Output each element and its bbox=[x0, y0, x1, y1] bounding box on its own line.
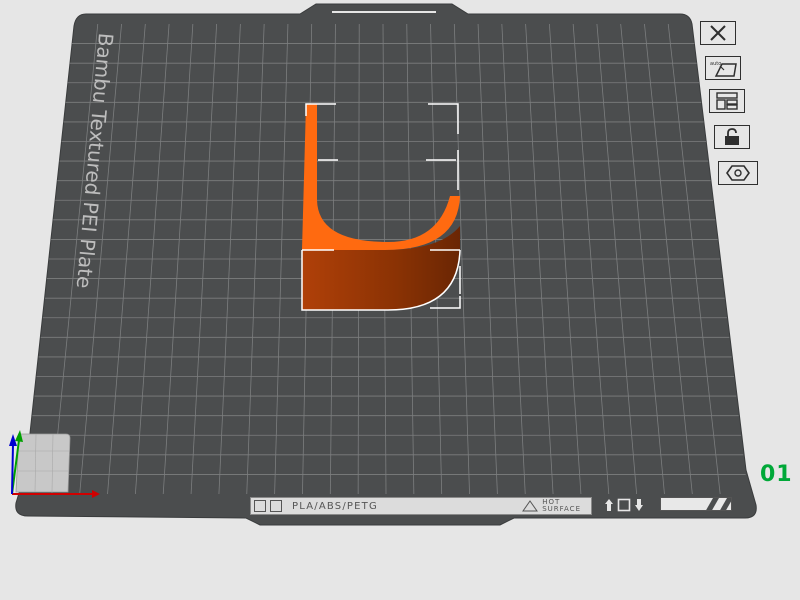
3d-viewport[interactable]: Bambu Textured PEI Plate auto 01 PLA/ABS… bbox=[0, 0, 800, 600]
hexagon-nut-icon bbox=[726, 165, 750, 181]
auto-orient-label: auto bbox=[710, 61, 721, 67]
origin-pad bbox=[15, 433, 71, 493]
plate-settings-button[interactable] bbox=[718, 161, 758, 185]
hot-surface-warning: HOT SURFACE bbox=[522, 499, 581, 513]
arrange-icon bbox=[716, 92, 738, 110]
arrow-up-icon bbox=[605, 499, 613, 511]
plate-strip-stripes bbox=[660, 497, 732, 511]
arrow-down-icon bbox=[635, 499, 643, 511]
arrange-button[interactable] bbox=[709, 89, 745, 113]
warning-line-2: SURFACE bbox=[542, 505, 581, 513]
warning-triangle-icon bbox=[522, 500, 539, 512]
lock-plate-button[interactable] bbox=[714, 125, 750, 149]
plate-strip-symbols bbox=[604, 498, 644, 512]
auto-orient-button[interactable]: auto bbox=[705, 56, 741, 80]
close-icon bbox=[710, 25, 726, 41]
lock-icon bbox=[725, 128, 739, 145]
plate-info-strip: PLA/ABS/PETG HOT SURFACE bbox=[250, 497, 592, 515]
auto-orient-icon: auto bbox=[710, 61, 737, 77]
square-outline-icon bbox=[617, 498, 631, 512]
plate-pattern-icon bbox=[270, 500, 282, 512]
plate-number: 01 bbox=[760, 462, 793, 487]
filament-compatibility: PLA/ABS/PETG bbox=[292, 500, 378, 512]
axis-z bbox=[11, 443, 14, 495]
remove-plate-button[interactable] bbox=[700, 21, 736, 45]
plate-type-icon bbox=[254, 500, 266, 512]
